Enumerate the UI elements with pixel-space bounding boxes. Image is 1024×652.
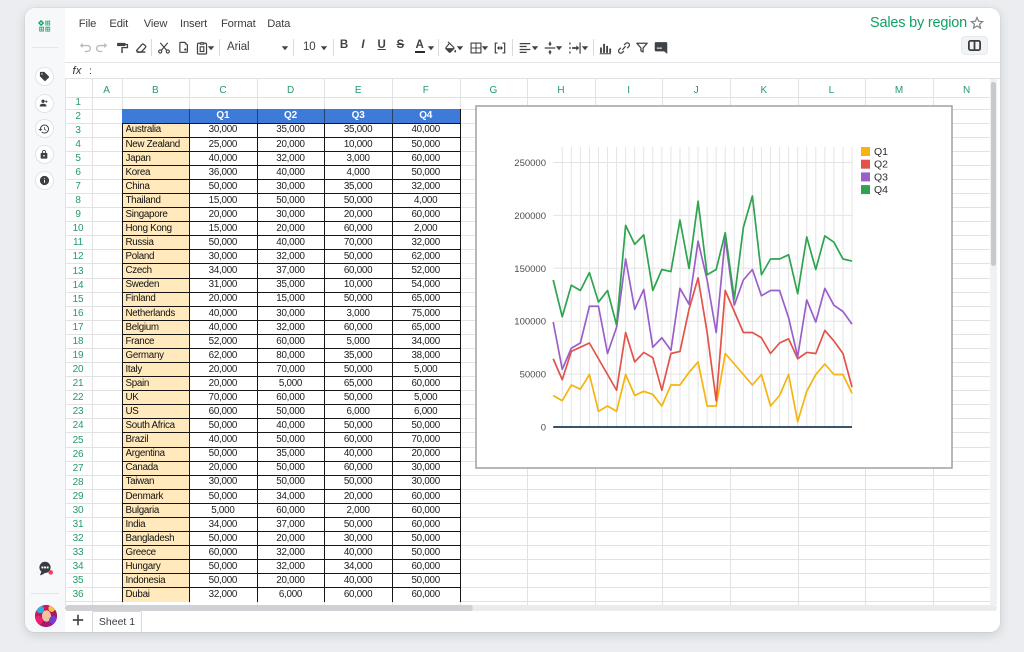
- svg-text:Q3: Q3: [874, 171, 888, 183]
- svg-text:0: 0: [541, 423, 546, 434]
- svg-text:50000: 50000: [520, 370, 546, 381]
- svg-text:Q4: Q4: [874, 184, 888, 196]
- svg-text:150000: 150000: [514, 264, 546, 275]
- svg-text:100000: 100000: [514, 317, 546, 328]
- svg-text:250000: 250000: [514, 158, 546, 169]
- svg-text:Q2: Q2: [874, 159, 888, 171]
- svg-text:Q1: Q1: [874, 146, 888, 158]
- svg-text:200000: 200000: [514, 211, 546, 222]
